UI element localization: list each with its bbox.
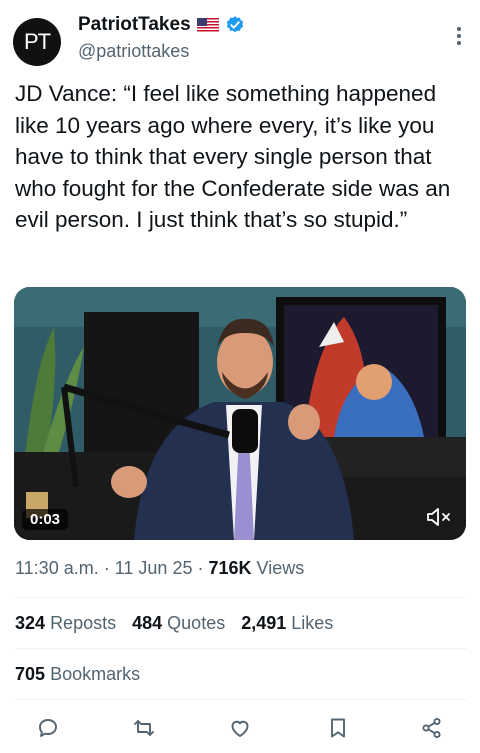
- bookmarks-count: 705: [15, 664, 46, 684]
- tweet-meta: 11:30 a.m. · 11 Jun 25 · 716K Views: [15, 558, 304, 579]
- bookmark-icon[interactable]: [326, 716, 350, 740]
- views-count: 716K: [208, 558, 252, 578]
- action-bar: [0, 712, 480, 744]
- quotes-stat[interactable]: 484 Quotes: [132, 613, 225, 634]
- likes-label: Likes: [291, 613, 334, 633]
- us-flag-icon: [196, 17, 219, 33]
- repost-icon[interactable]: [132, 716, 156, 740]
- author-handle[interactable]: @patriottakes: [78, 41, 189, 62]
- share-icon[interactable]: [420, 716, 444, 740]
- reply-icon[interactable]: [36, 716, 60, 740]
- tweet-date[interactable]: 11 Jun 25: [115, 558, 193, 578]
- tweet-header: PT PatriotTakes @patriottakes: [0, 0, 480, 72]
- divider: [15, 597, 467, 598]
- likes-count: 2,491: [241, 613, 287, 633]
- reposts-stat[interactable]: 324 Reposts: [15, 613, 116, 634]
- tweet-text: JD Vance: “I feel like something happene…: [15, 81, 451, 232]
- author-name[interactable]: PatriotTakes: [78, 14, 191, 36]
- video-duration: 0:03: [22, 509, 69, 530]
- views-label: Views: [256, 558, 305, 578]
- avatar-text: PT: [23, 29, 51, 54]
- reposts-label: Reposts: [50, 613, 117, 633]
- bookmarks-label: Bookmarks: [50, 664, 141, 684]
- like-icon[interactable]: [228, 716, 252, 740]
- more-options-icon[interactable]: [456, 26, 462, 46]
- avatar[interactable]: PT: [13, 18, 61, 66]
- video-player[interactable]: 0:03: [14, 287, 466, 540]
- likes-stat[interactable]: 2,491 Likes: [241, 613, 333, 634]
- divider: [15, 648, 467, 649]
- reposts-count: 324: [15, 613, 46, 633]
- bookmarks-stat[interactable]: 705 Bookmarks: [15, 664, 140, 685]
- engagement-stats: 324 Reposts 484 Quotes 2,491 Likes: [15, 613, 333, 634]
- verified-badge-icon: [226, 16, 243, 33]
- divider: [15, 699, 467, 700]
- tweet-time[interactable]: 11:30 a.m.: [15, 558, 99, 578]
- author-name-row: PatriotTakes: [78, 14, 245, 36]
- quotes-label: Quotes: [167, 613, 226, 633]
- quotes-count: 484: [132, 613, 163, 633]
- video-frame: [14, 287, 466, 540]
- meta-separator: ·: [197, 558, 209, 578]
- meta-separator: ·: [103, 558, 115, 578]
- volume-muted-icon[interactable]: [424, 505, 454, 529]
